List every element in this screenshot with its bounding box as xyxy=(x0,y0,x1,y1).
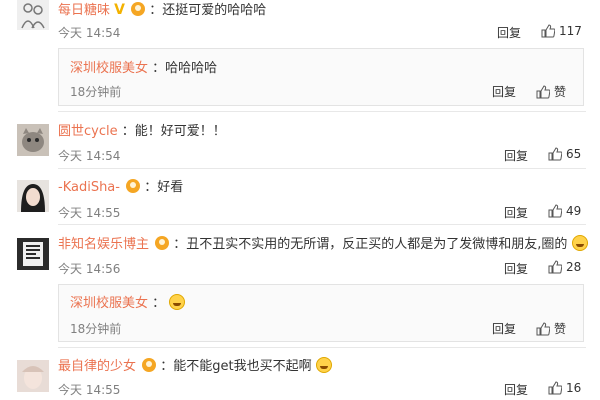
thumbs-up-icon xyxy=(548,204,562,218)
like-label: 赞 xyxy=(554,85,567,99)
comment-time: 今天 14:54 xyxy=(58,149,121,163)
reply-button[interactable]: 回复 xyxy=(492,83,516,100)
like-count: 49 xyxy=(566,204,582,218)
like-button[interactable]: 49 xyxy=(548,204,581,218)
reply-box: 深圳校服美女 ：哈哈哈哈 18分钟前 回复 赞 xyxy=(58,48,584,106)
comment-line: 每日糖味 V ：还挺可爱的哈哈哈 xyxy=(58,1,266,20)
comment-text: ：还挺可爱的哈哈哈 xyxy=(149,3,267,18)
reply-button[interactable]: 回复 xyxy=(504,204,528,221)
avatar[interactable] xyxy=(17,238,49,270)
comment-time: 今天 14:55 xyxy=(58,206,121,220)
like-count: 16 xyxy=(566,381,582,395)
reply-time: 18分钟前 xyxy=(70,322,122,336)
like-button[interactable]: 赞 xyxy=(536,83,566,100)
reply-author-name[interactable]: 深圳校服美女 xyxy=(70,61,148,76)
like-label: 赞 xyxy=(554,322,567,336)
smile-emoji-icon xyxy=(571,235,588,251)
comment-text: ：能！好可爱！！ xyxy=(121,124,226,139)
thumbs-up-icon xyxy=(548,381,562,395)
reply-author-name[interactable]: 深圳校服美女 xyxy=(70,296,148,311)
comment-time: 今天 14:54 xyxy=(58,26,121,40)
comment-time: 今天 14:56 xyxy=(58,262,121,276)
laugh-emoji-icon xyxy=(169,294,186,310)
reply-line: 深圳校服美女 ： xyxy=(70,294,186,313)
reply-text: ： xyxy=(152,296,166,311)
like-button[interactable]: 16 xyxy=(548,381,581,395)
divider xyxy=(58,347,586,348)
thumbs-up-icon xyxy=(548,260,562,274)
avatar[interactable] xyxy=(17,124,49,156)
commenter-name[interactable]: 非知名娱乐博主 xyxy=(58,237,149,252)
reply-button[interactable]: 回复 xyxy=(504,260,528,277)
commenter-name[interactable]: -KadiSha- xyxy=(58,180,120,195)
like-button[interactable]: 65 xyxy=(548,147,581,161)
verified-badge-icon xyxy=(142,358,157,372)
reply-button[interactable]: 回复 xyxy=(504,381,528,398)
avatar[interactable] xyxy=(17,180,49,212)
comment-text: ：能不能get我也买不起啊 xyxy=(160,359,312,374)
divider xyxy=(58,168,586,169)
sad-emoji-icon xyxy=(315,357,332,373)
comment-time: 今天 14:55 xyxy=(58,383,121,397)
avatar[interactable] xyxy=(17,0,49,30)
like-count: 117 xyxy=(559,24,582,38)
vip-badge-icon: V xyxy=(114,2,125,18)
reply-button[interactable]: 回复 xyxy=(504,147,528,164)
comment-line: 最自律的少女 ：能不能get我也买不起啊 xyxy=(58,357,332,376)
commenter-name[interactable]: 每日糖味 xyxy=(58,3,110,18)
comment-line: 圆世cycle ：能！好可爱！！ xyxy=(58,123,226,141)
commenter-name[interactable]: 圆世cycle xyxy=(58,124,118,139)
comment-text: ：丑不丑实不实用的无所谓，反正买的人都是为了发微博和朋友,圈的 xyxy=(173,237,568,252)
like-button[interactable]: 28 xyxy=(548,260,581,274)
like-count: 65 xyxy=(566,147,582,161)
thumbs-up-icon xyxy=(536,84,550,98)
comment-line: 非知名娱乐博主 ：丑不丑实不实用的无所谓，反正买的人都是为了发微博和朋友,圈的 xyxy=(58,235,588,254)
divider xyxy=(58,224,586,225)
reply-button[interactable]: 回复 xyxy=(497,24,521,41)
verified-badge-icon xyxy=(131,2,146,16)
like-count: 28 xyxy=(566,260,582,274)
reply-button[interactable]: 回复 xyxy=(492,320,516,337)
commenter-name[interactable]: 最自律的少女 xyxy=(58,359,136,374)
reply-time: 18分钟前 xyxy=(70,85,122,99)
verified-badge-icon xyxy=(126,179,141,193)
verified-badge-icon xyxy=(155,236,170,250)
thumbs-up-icon xyxy=(541,24,555,38)
reply-box: 深圳校服美女 ： 18分钟前 回复 赞 xyxy=(58,284,584,342)
comment-line: -KadiSha- ：好看 xyxy=(58,179,183,197)
divider xyxy=(58,111,586,112)
thumbs-up-icon xyxy=(548,147,562,161)
thumbs-up-icon xyxy=(536,321,550,335)
like-button[interactable]: 赞 xyxy=(536,320,566,337)
reply-text: ：哈哈哈哈 xyxy=(152,61,218,76)
like-button[interactable]: 117 xyxy=(541,24,582,38)
avatar[interactable] xyxy=(17,360,49,392)
comment-text: ：好看 xyxy=(144,180,184,195)
reply-line: 深圳校服美女 ：哈哈哈哈 xyxy=(70,60,217,78)
